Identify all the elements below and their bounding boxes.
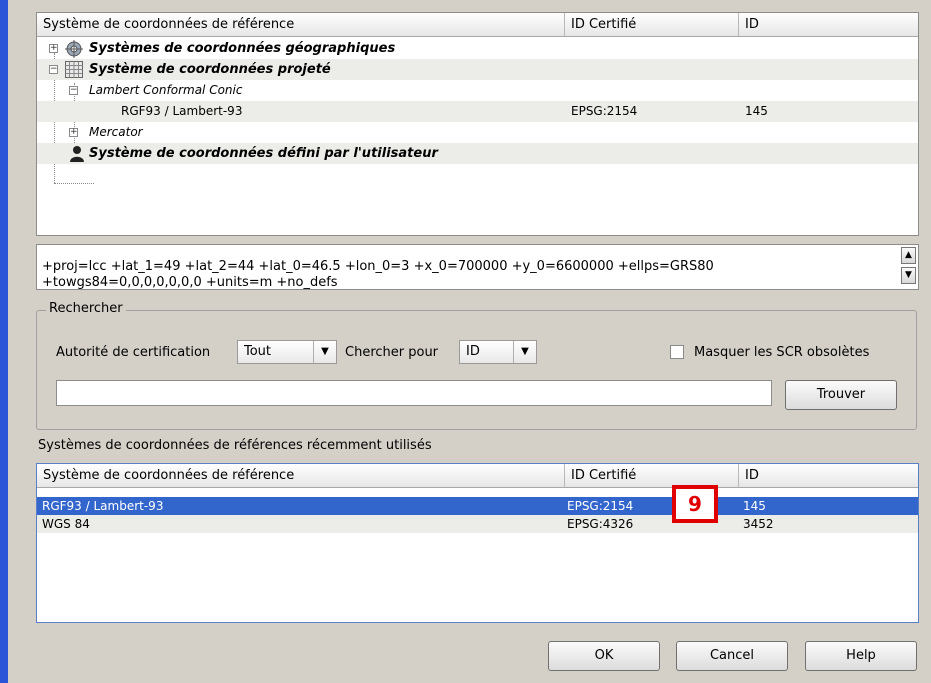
id-cell: 145	[743, 499, 766, 513]
dropdown-arrow-icon: ▼	[313, 341, 336, 363]
tree-row-projected[interactable]: − Système de coordonnées projeté	[37, 59, 918, 80]
annotation-badge: 9	[672, 485, 718, 523]
search-group-title: Rechercher	[46, 301, 126, 316]
tree-label: Système de coordonnées défini par l'util…	[89, 146, 438, 161]
tree-row-user-defined[interactable]: Système de coordonnées défini par l'util…	[37, 143, 918, 164]
dropdown-arrow-icon: ▼	[513, 341, 536, 363]
hide-deprecated-label: Masquer les SCR obsolètes	[694, 345, 870, 360]
proj-line-1: +proj=lcc +lat_1=49 +lat_2=44 +lat_0=46.…	[42, 259, 714, 274]
expand-icon[interactable]: +	[49, 44, 58, 53]
tree-label: RGF93 / Lambert-93	[121, 104, 243, 118]
recent-title: Systèmes de coordonnées de références ré…	[38, 438, 432, 453]
window-left-edge	[0, 0, 18, 683]
tree-label: Lambert Conformal Conic	[89, 83, 243, 97]
tree-label: Systèmes de coordonnées géographiques	[89, 41, 396, 56]
tree-row-geographic[interactable]: + Systèmes de coordonnées géographiques	[37, 38, 918, 59]
ok-button[interactable]: OK	[548, 641, 660, 671]
certified-id-cell: EPSG:2154	[567, 499, 634, 513]
certified-id-cell: EPSG:4326	[567, 517, 634, 531]
collapse-icon[interactable]: −	[69, 86, 78, 95]
tree-row-mercator[interactable]: + Mercator	[37, 122, 918, 143]
help-button[interactable]: Help	[805, 641, 917, 671]
column-header-id[interactable]: ID	[739, 464, 918, 488]
collapse-icon[interactable]: −	[49, 65, 58, 74]
expand-icon[interactable]: +	[69, 128, 78, 137]
crs-name-cell: WGS 84	[42, 517, 90, 531]
tree-row-lambert-conformal-conic[interactable]: − Lambert Conformal Conic	[37, 80, 918, 101]
proj-definition-text[interactable]: +proj=lcc +lat_1=49 +lat_2=44 +lat_0=46.…	[36, 244, 919, 290]
search-input[interactable]	[56, 380, 772, 406]
search-for-combo[interactable]: ID ▼	[459, 340, 537, 364]
recent-crs-table[interactable]: Système de coordonnées de référence ID C…	[36, 463, 919, 623]
id-cell: 145	[745, 104, 768, 118]
crs-tree-view[interactable]: Système de coordonnées de référence ID C…	[36, 12, 919, 236]
column-header-crs[interactable]: Système de coordonnées de référence	[37, 13, 565, 37]
id-cell: 3452	[743, 517, 774, 531]
search-group	[36, 310, 917, 430]
authority-label: Autorité de certification	[56, 345, 211, 360]
tree-label: Mercator	[89, 125, 143, 139]
cancel-button[interactable]: Cancel	[676, 641, 788, 671]
crs-name-cell: RGF93 / Lambert-93	[42, 499, 164, 513]
recent-row-wgs84[interactable]: WGS 84 EPSG:4326 3452	[37, 515, 918, 533]
tree-row-rgf93[interactable]: RGF93 / Lambert-93 EPSG:2154 145	[37, 101, 918, 122]
column-header-certified-id[interactable]: ID Certifié	[565, 13, 739, 37]
hide-deprecated-checkbox[interactable]	[670, 345, 684, 359]
column-header-id[interactable]: ID	[739, 13, 918, 37]
authority-combo[interactable]: Tout ▼	[237, 340, 337, 364]
proj-line-2: +towgs84=0,0,0,0,0,0,0 +units=m +no_defs	[42, 275, 338, 290]
scroll-up-icon[interactable]: ▲	[901, 247, 916, 264]
find-button[interactable]: Trouver	[785, 380, 897, 410]
user-icon	[69, 145, 85, 169]
tree-label: Système de coordonnées projeté	[89, 62, 331, 77]
recent-row-rgf93[interactable]: RGF93 / Lambert-93 EPSG:2154 145	[37, 497, 918, 515]
search-for-label: Chercher pour	[345, 345, 439, 360]
certified-id-cell: EPSG:2154	[571, 104, 638, 118]
scroll-down-icon[interactable]: ▼	[901, 267, 916, 284]
search-for-value: ID	[466, 344, 480, 359]
authority-value: Tout	[244, 344, 272, 359]
column-header-crs[interactable]: Système de coordonnées de référence	[37, 464, 565, 488]
